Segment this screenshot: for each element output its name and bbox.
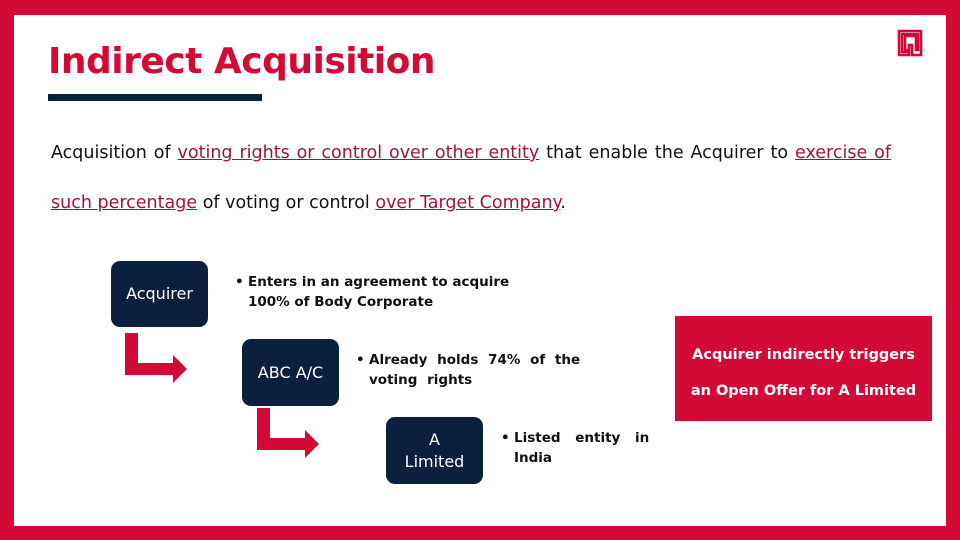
definition-highlight: voting rights or control over other enti…	[177, 143, 540, 163]
bullet-dot-icon: •	[356, 352, 365, 368]
entity-label: A Limited	[404, 429, 465, 471]
open-offer-callout: Acquirer indirectly triggers an Open Off…	[675, 316, 932, 421]
brand-square-logo-icon	[897, 29, 923, 57]
slide-title: Indirect Acquisition	[48, 41, 436, 82]
elbow-arrow-icon	[257, 408, 319, 458]
elbow-arrow-icon	[125, 333, 187, 383]
entity-box-abc: ABC A/C	[242, 339, 339, 406]
bullet-acquirer-note: • Enters in an agreement to acquire 100%…	[235, 272, 555, 312]
entity-box-a-limited: A Limited	[386, 417, 483, 484]
entity-label: ABC A/C	[257, 362, 324, 382]
callout-line: Acquirer indirectly triggers	[692, 347, 915, 363]
definition-text: Acquisition of	[51, 143, 178, 163]
bullet-text: Already holds 74% of the voting rights	[369, 352, 581, 388]
definition-text: of voting or control	[197, 193, 376, 213]
entity-box-acquirer: Acquirer	[111, 261, 208, 327]
definition-text: that enable the Acquirer to	[539, 143, 796, 163]
bullet-text: Enters in an agreement to acquire 100% o…	[248, 274, 510, 310]
slide: Indirect Acquisition Acquisition of voti…	[14, 15, 946, 526]
bullet-dot-icon: •	[235, 274, 244, 290]
bullet-a-limited-note: • Listed entity in India	[501, 428, 661, 468]
definition-paragraph: Acquisition of voting rights or control …	[51, 128, 891, 228]
callout-line: an Open Offer for A Limited	[690, 383, 917, 399]
entity-label: Acquirer	[126, 284, 193, 303]
definition-text: .	[560, 193, 566, 213]
bullet-dot-icon: •	[501, 430, 510, 446]
bullet-abc-note: • Already holds 74% of the voting rights	[356, 350, 596, 390]
bullet-text: Listed entity in India	[514, 430, 650, 466]
title-underline-bar	[48, 94, 262, 101]
definition-highlight: over Target Company	[375, 193, 561, 213]
